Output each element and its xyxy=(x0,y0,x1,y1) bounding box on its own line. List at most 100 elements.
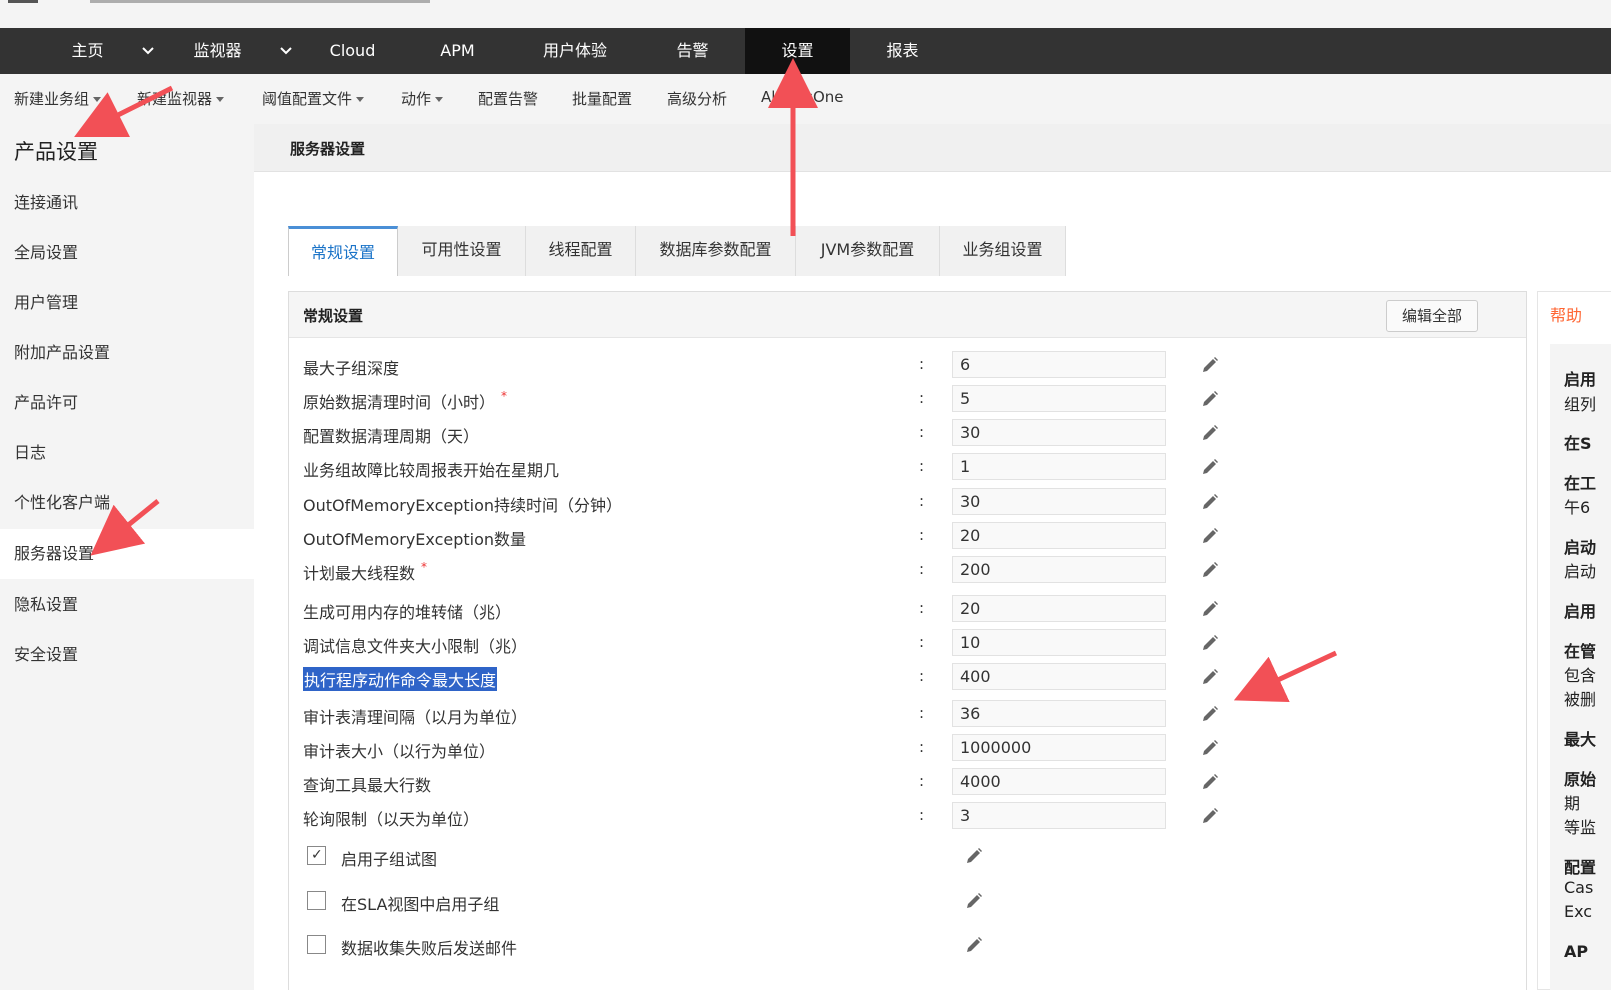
subnav-configure-alarms[interactable]: 配置告警 xyxy=(478,88,538,109)
sub-nav: 新建业务组 新建监视器 阈值配置文件 动作 配置告警 批量配置 高级分析 Ala… xyxy=(0,74,1611,124)
colon: : xyxy=(919,492,925,510)
pencil-icon[interactable] xyxy=(1200,526,1220,546)
page-title: 服务器设置 xyxy=(290,140,366,158)
setting-value-field[interactable]: 4000 xyxy=(952,768,1166,795)
nav-home[interactable]: 主页 xyxy=(40,28,135,74)
subnav-bulk-config[interactable]: 批量配置 xyxy=(572,88,632,109)
pencil-icon[interactable] xyxy=(1200,355,1220,375)
nav-user-experience[interactable]: 用户体验 xyxy=(520,28,630,74)
setting-value-field[interactable]: 30 xyxy=(952,488,1166,515)
nav-alarms[interactable]: 告警 xyxy=(645,28,740,74)
sidebar-item-global-settings[interactable]: 全局设置 xyxy=(0,228,254,278)
setting-value-field[interactable]: 200 xyxy=(952,556,1166,583)
sidebar-item-user-management[interactable]: 用户管理 xyxy=(0,278,254,328)
colon: : xyxy=(919,560,925,578)
pencil-icon[interactable] xyxy=(1200,492,1220,512)
required-mark: * xyxy=(501,389,508,403)
setting-value-field[interactable]: 30 xyxy=(952,419,1166,446)
setting-value-field[interactable]: 1000000 xyxy=(952,734,1166,761)
setting-label: 生成可用内存的堆转储（兆） xyxy=(303,603,512,622)
subnav-advanced-analytics[interactable]: 高级分析 xyxy=(667,88,727,109)
setting-value-field[interactable]: 5 xyxy=(952,385,1166,412)
nav-settings[interactable]: 设置 xyxy=(745,28,850,74)
subnav-alarmsone[interactable]: AlarmsOne xyxy=(761,88,844,106)
pencil-icon[interactable] xyxy=(1200,704,1220,724)
pencil-icon[interactable] xyxy=(1200,599,1220,619)
setting-value-field[interactable]: 6 xyxy=(952,351,1166,378)
required-mark: * xyxy=(421,560,428,574)
pencil-icon[interactable] xyxy=(1200,633,1220,653)
setting-label: 最大子组深度 xyxy=(303,359,400,378)
sidebar-title: 产品设置 xyxy=(14,140,98,164)
nav-monitors[interactable]: 监视器 xyxy=(170,28,265,74)
help-text: 启动 xyxy=(1564,562,1597,581)
setting-value-field[interactable]: 20 xyxy=(952,522,1166,549)
setting-value-field[interactable]: 36 xyxy=(952,700,1166,727)
pencil-icon[interactable] xyxy=(1200,772,1220,792)
setting-value-field[interactable]: 400 xyxy=(952,663,1166,690)
setting-label: OutOfMemoryException数量 xyxy=(303,530,527,549)
pencil-icon[interactable] xyxy=(1200,738,1220,758)
pencil-icon[interactable] xyxy=(1200,560,1220,580)
setting-label: 原始数据清理时间（小时） * xyxy=(303,389,508,412)
checkbox-label: 启用子组试图 xyxy=(341,850,438,869)
subnav-threshold-profile[interactable]: 阈值配置文件 xyxy=(262,88,365,109)
setting-row: 计划最大线程数 *: 200 xyxy=(303,556,1503,584)
subnav-new-monitor[interactable]: 新建监视器 xyxy=(137,88,225,109)
nav-reports[interactable]: 报表 xyxy=(855,28,950,74)
checkbox-label: 在SLA视图中启用子组 xyxy=(341,895,500,914)
nav-cloud[interactable]: Cloud xyxy=(305,28,400,74)
tab-jvm-params[interactable]: JVM参数配置 xyxy=(796,226,940,276)
sidebar-item-connectivity[interactable]: 连接通讯 xyxy=(0,178,254,228)
checkbox-row: 数据收集失败后发送邮件 xyxy=(303,931,1103,961)
tab-availability[interactable]: 可用性设置 xyxy=(398,226,526,276)
setting-label: 审计表大小（以行为单位） xyxy=(303,742,496,761)
colon: : xyxy=(919,457,925,475)
tab-business-group[interactable]: 业务组设置 xyxy=(940,226,1066,276)
setting-value-field[interactable]: 10 xyxy=(952,629,1166,656)
pencil-icon[interactable] xyxy=(1200,457,1220,477)
edit-all-button[interactable]: 编辑全部 xyxy=(1386,300,1478,332)
nav-apm[interactable]: APM xyxy=(410,28,505,74)
sidebar-item-security[interactable]: 安全设置 xyxy=(0,630,254,680)
setting-label: 轮询限制（以天为单位） xyxy=(303,810,480,829)
sidebar-item-license[interactable]: 产品许可 xyxy=(0,378,254,428)
sidebar-item-privacy[interactable]: 隐私设置 xyxy=(0,580,254,630)
checkbox-row: 在SLA视图中启用子组 xyxy=(303,887,1103,917)
pencil-icon[interactable] xyxy=(1200,806,1220,826)
setting-row: 原始数据清理时间（小时） *: 5 xyxy=(303,385,1503,413)
panel-title: 常规设置 xyxy=(303,307,364,325)
pencil-icon[interactable] xyxy=(1200,667,1220,687)
pencil-icon[interactable] xyxy=(1200,423,1220,443)
chevron-down-icon[interactable] xyxy=(140,42,156,58)
setting-row: 业务组故障比较周报表开始在星期几: 1 xyxy=(303,453,1503,481)
subnav-actions[interactable]: 动作 xyxy=(401,88,444,109)
browser-top-strip xyxy=(0,0,1611,28)
tab-database-params[interactable]: 数据库参数配置 xyxy=(636,226,796,276)
checkbox-icon[interactable] xyxy=(307,935,326,954)
pencil-icon[interactable] xyxy=(1200,389,1220,409)
subnav-new-business-group[interactable]: 新建业务组 xyxy=(14,88,102,109)
colon: : xyxy=(919,599,925,617)
setting-value-field[interactable]: 1 xyxy=(952,453,1166,480)
checkmark-icon: ✓ xyxy=(311,847,323,863)
setting-value-field[interactable]: 20 xyxy=(952,595,1166,622)
sidebar-item-logs[interactable]: 日志 xyxy=(0,428,254,478)
chevron-down-icon[interactable] xyxy=(278,42,294,58)
setting-row: 查询工具最大行数: 4000 xyxy=(303,768,1503,796)
help-text: 配置 xyxy=(1564,858,1597,877)
sidebar-item-server-settings[interactable]: 服务器设置 xyxy=(0,529,254,579)
tab-threads[interactable]: 线程配置 xyxy=(526,226,636,276)
tab-general[interactable]: 常规设置 xyxy=(288,226,398,276)
sidebar-item-addon-settings[interactable]: 附加产品设置 xyxy=(0,328,254,378)
pencil-icon[interactable] xyxy=(964,846,984,866)
sidebar-item-personalize[interactable]: 个性化客户端 xyxy=(0,478,254,528)
help-body: 启用 组列 在S 在工 午6 启动 启动 启用 在管 包含 被删 最大 原始期等监 配置 Cas Exc AP xyxy=(1550,344,1611,990)
setting-value-field[interactable]: 3 xyxy=(952,802,1166,829)
caret-down-icon xyxy=(356,97,365,102)
colon: : xyxy=(919,355,925,373)
checkbox-icon[interactable] xyxy=(307,891,326,910)
checkbox-icon[interactable]: ✓ xyxy=(307,846,326,865)
pencil-icon[interactable] xyxy=(964,891,984,911)
pencil-icon[interactable] xyxy=(964,935,984,955)
